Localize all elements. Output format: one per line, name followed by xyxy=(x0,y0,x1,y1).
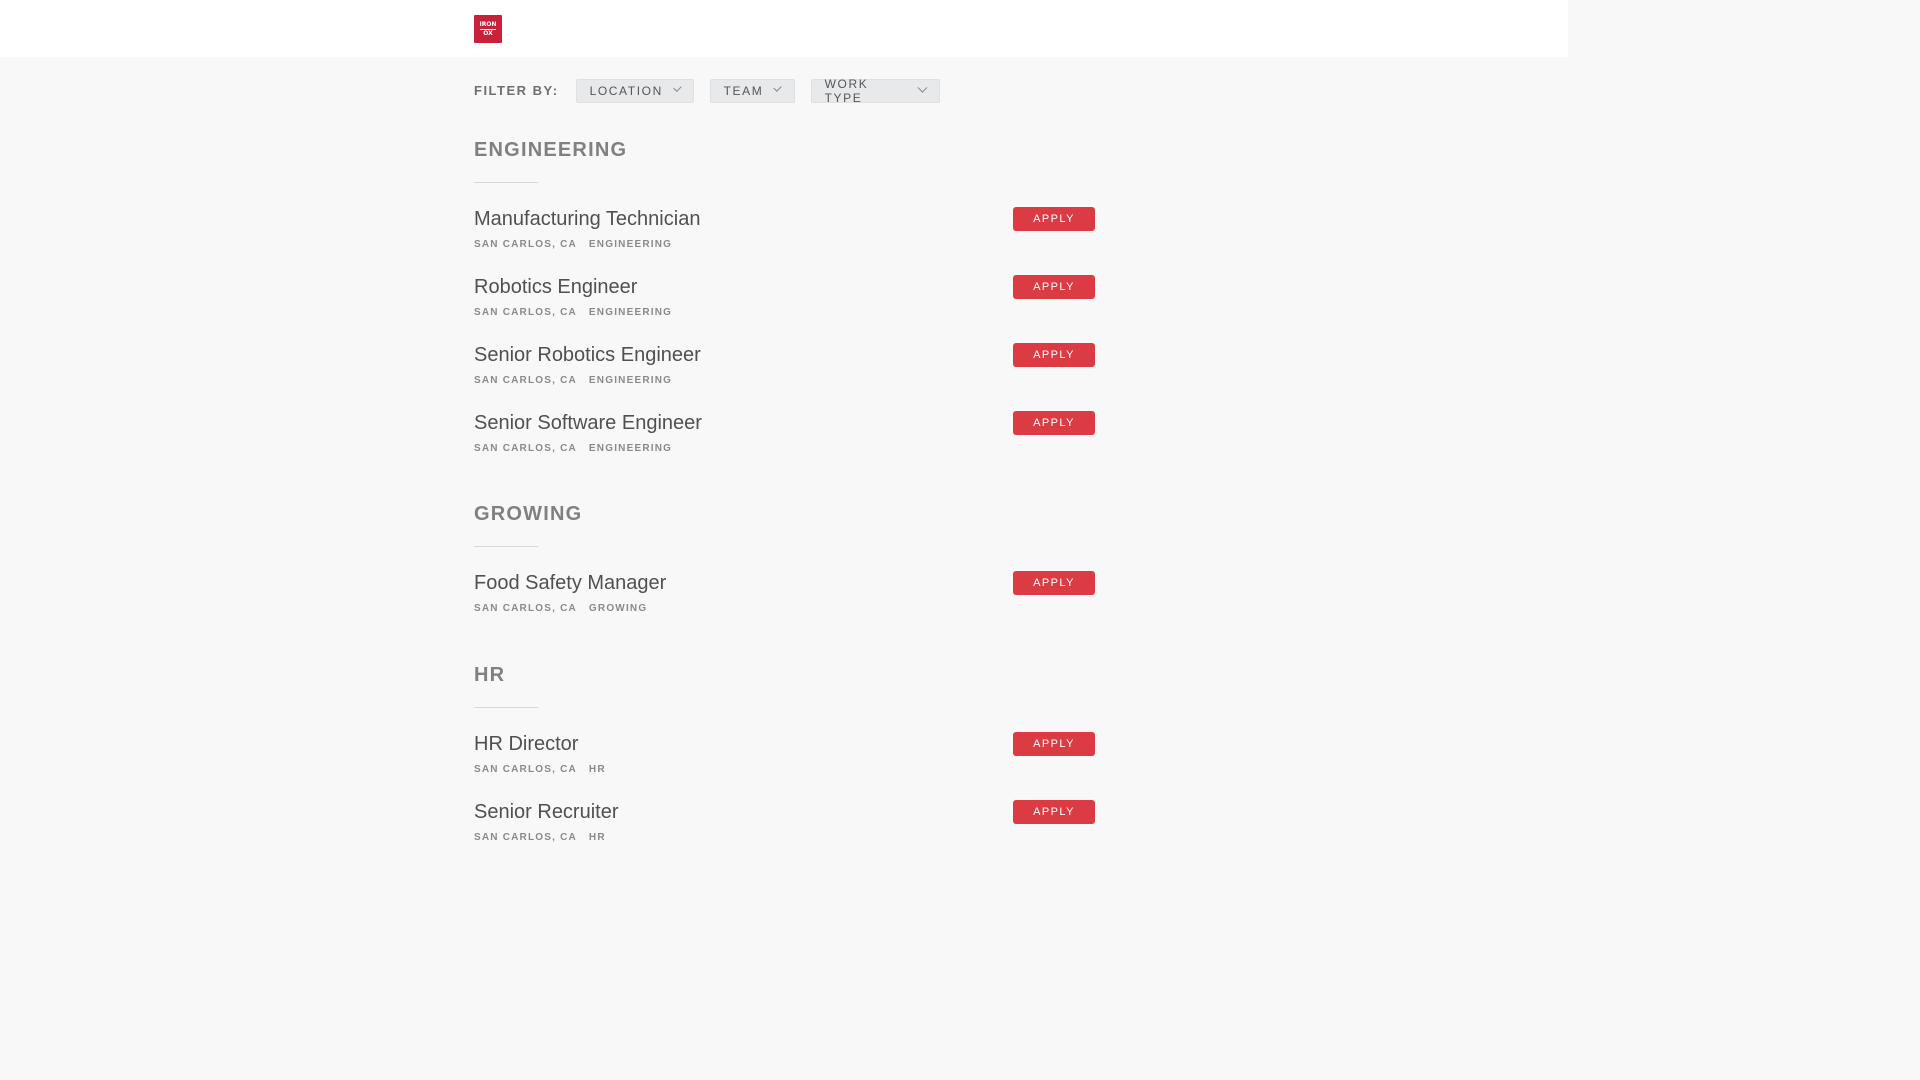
job-title-link[interactable]: Senior Robotics Engineer xyxy=(474,344,701,367)
section-divider xyxy=(474,182,538,183)
apply-button[interactable]: APPLY xyxy=(1013,732,1095,756)
job-team: HR xyxy=(588,832,606,843)
section-title-engineering: ENGINEERING xyxy=(474,139,628,161)
job-meta: SAN CARLOS, CA GROWING xyxy=(474,603,647,614)
job-location: SAN CARLOS, CA xyxy=(474,307,577,318)
job-location: SAN CARLOS, CA xyxy=(474,832,577,843)
filter-location-dropdown[interactable]: LOCATION xyxy=(575,78,694,103)
job-location: SAN CARLOS, CA xyxy=(474,764,577,775)
section-divider xyxy=(474,707,538,708)
logo-text-bottom: OX xyxy=(483,30,493,37)
job-posting: Senior Software Engineer SAN CARLOS, CA E… xyxy=(474,411,1095,462)
job-posting: Senior Robotics Engineer SAN CARLOS, CA E… xyxy=(474,343,1095,394)
filter-label: FILTER BY: xyxy=(474,83,559,98)
filter-work-type-label: WORK TYPE xyxy=(824,76,869,105)
job-posting: Senior Recruiter SAN CARLOS, CA HR APPLY xyxy=(474,800,1095,851)
job-team: ENGINEERING xyxy=(588,239,673,250)
job-location: SAN CARLOS, CA xyxy=(474,443,577,454)
logo-text-top: IRON xyxy=(479,21,497,28)
apply-button[interactable]: APPLY xyxy=(1013,275,1095,299)
section-title-growing: GROWING xyxy=(474,503,583,525)
filter-location-label: LOCATION xyxy=(589,83,663,98)
filter-bar: FILTER BY: LOCATION TEAM WORK TYPE xyxy=(474,76,956,105)
job-team: GROWING xyxy=(588,603,648,614)
job-meta: SAN CARLOS, CA ENGINEERING xyxy=(474,443,672,454)
job-title-link[interactable]: HR Director xyxy=(474,733,578,756)
company-logo[interactable]: IRON OX xyxy=(474,15,502,43)
apply-button[interactable]: APPLY xyxy=(1013,207,1095,231)
job-location: SAN CARLOS, CA xyxy=(474,239,577,250)
job-title-link[interactable]: Senior Recruiter xyxy=(474,801,619,824)
job-meta: SAN CARLOS, CA ENGINEERING xyxy=(474,375,672,386)
apply-button[interactable]: APPLY xyxy=(1013,800,1095,824)
job-location: SAN CARLOS, CA xyxy=(474,375,577,386)
apply-button[interactable]: APPLY xyxy=(1013,343,1095,367)
job-posting: Food Safety Manager SAN CARLOS, CA GROWIN… xyxy=(474,571,1095,622)
job-posting: Manufacturing Technician SAN CARLOS, CA E… xyxy=(474,207,1095,258)
filter-team-dropdown[interactable]: TEAM xyxy=(709,78,795,103)
chevron-down-icon xyxy=(773,83,783,93)
job-title-link[interactable]: Food Safety Manager xyxy=(474,572,666,595)
site-header: IRON OX xyxy=(0,0,1568,57)
section-divider xyxy=(474,546,538,547)
job-team: ENGINEERING xyxy=(588,375,673,386)
apply-button[interactable]: APPLY xyxy=(1013,411,1095,435)
job-posting: Robotics Engineer SAN CARLOS, CA ENGINEER… xyxy=(474,275,1095,326)
job-location: SAN CARLOS, CA xyxy=(474,603,577,614)
job-posting: HR Director SAN CARLOS, CA HR APPLY xyxy=(474,732,1095,783)
job-title-link[interactable]: Robotics Engineer xyxy=(474,276,637,299)
apply-button[interactable]: APPLY xyxy=(1013,571,1095,595)
job-team: ENGINEERING xyxy=(588,307,673,318)
job-meta: SAN CARLOS, CA ENGINEERING xyxy=(474,239,672,250)
filter-work-type-dropdown[interactable]: WORK TYPE xyxy=(810,76,940,105)
job-meta: SAN CARLOS, CA ENGINEERING xyxy=(474,307,672,318)
job-meta: SAN CARLOS, CA HR xyxy=(474,832,606,843)
chevron-down-icon xyxy=(917,82,928,93)
filter-team-label: TEAM xyxy=(723,83,764,98)
job-meta: SAN CARLOS, CA HR xyxy=(474,764,606,775)
job-title-link[interactable]: Manufacturing Technician xyxy=(474,208,700,231)
chevron-down-icon xyxy=(673,83,682,92)
section-title-hr: HR xyxy=(474,664,506,686)
job-team: ENGINEERING xyxy=(588,443,673,454)
job-team: HR xyxy=(588,764,606,775)
job-title-link[interactable]: Senior Software Engineer xyxy=(474,412,702,435)
